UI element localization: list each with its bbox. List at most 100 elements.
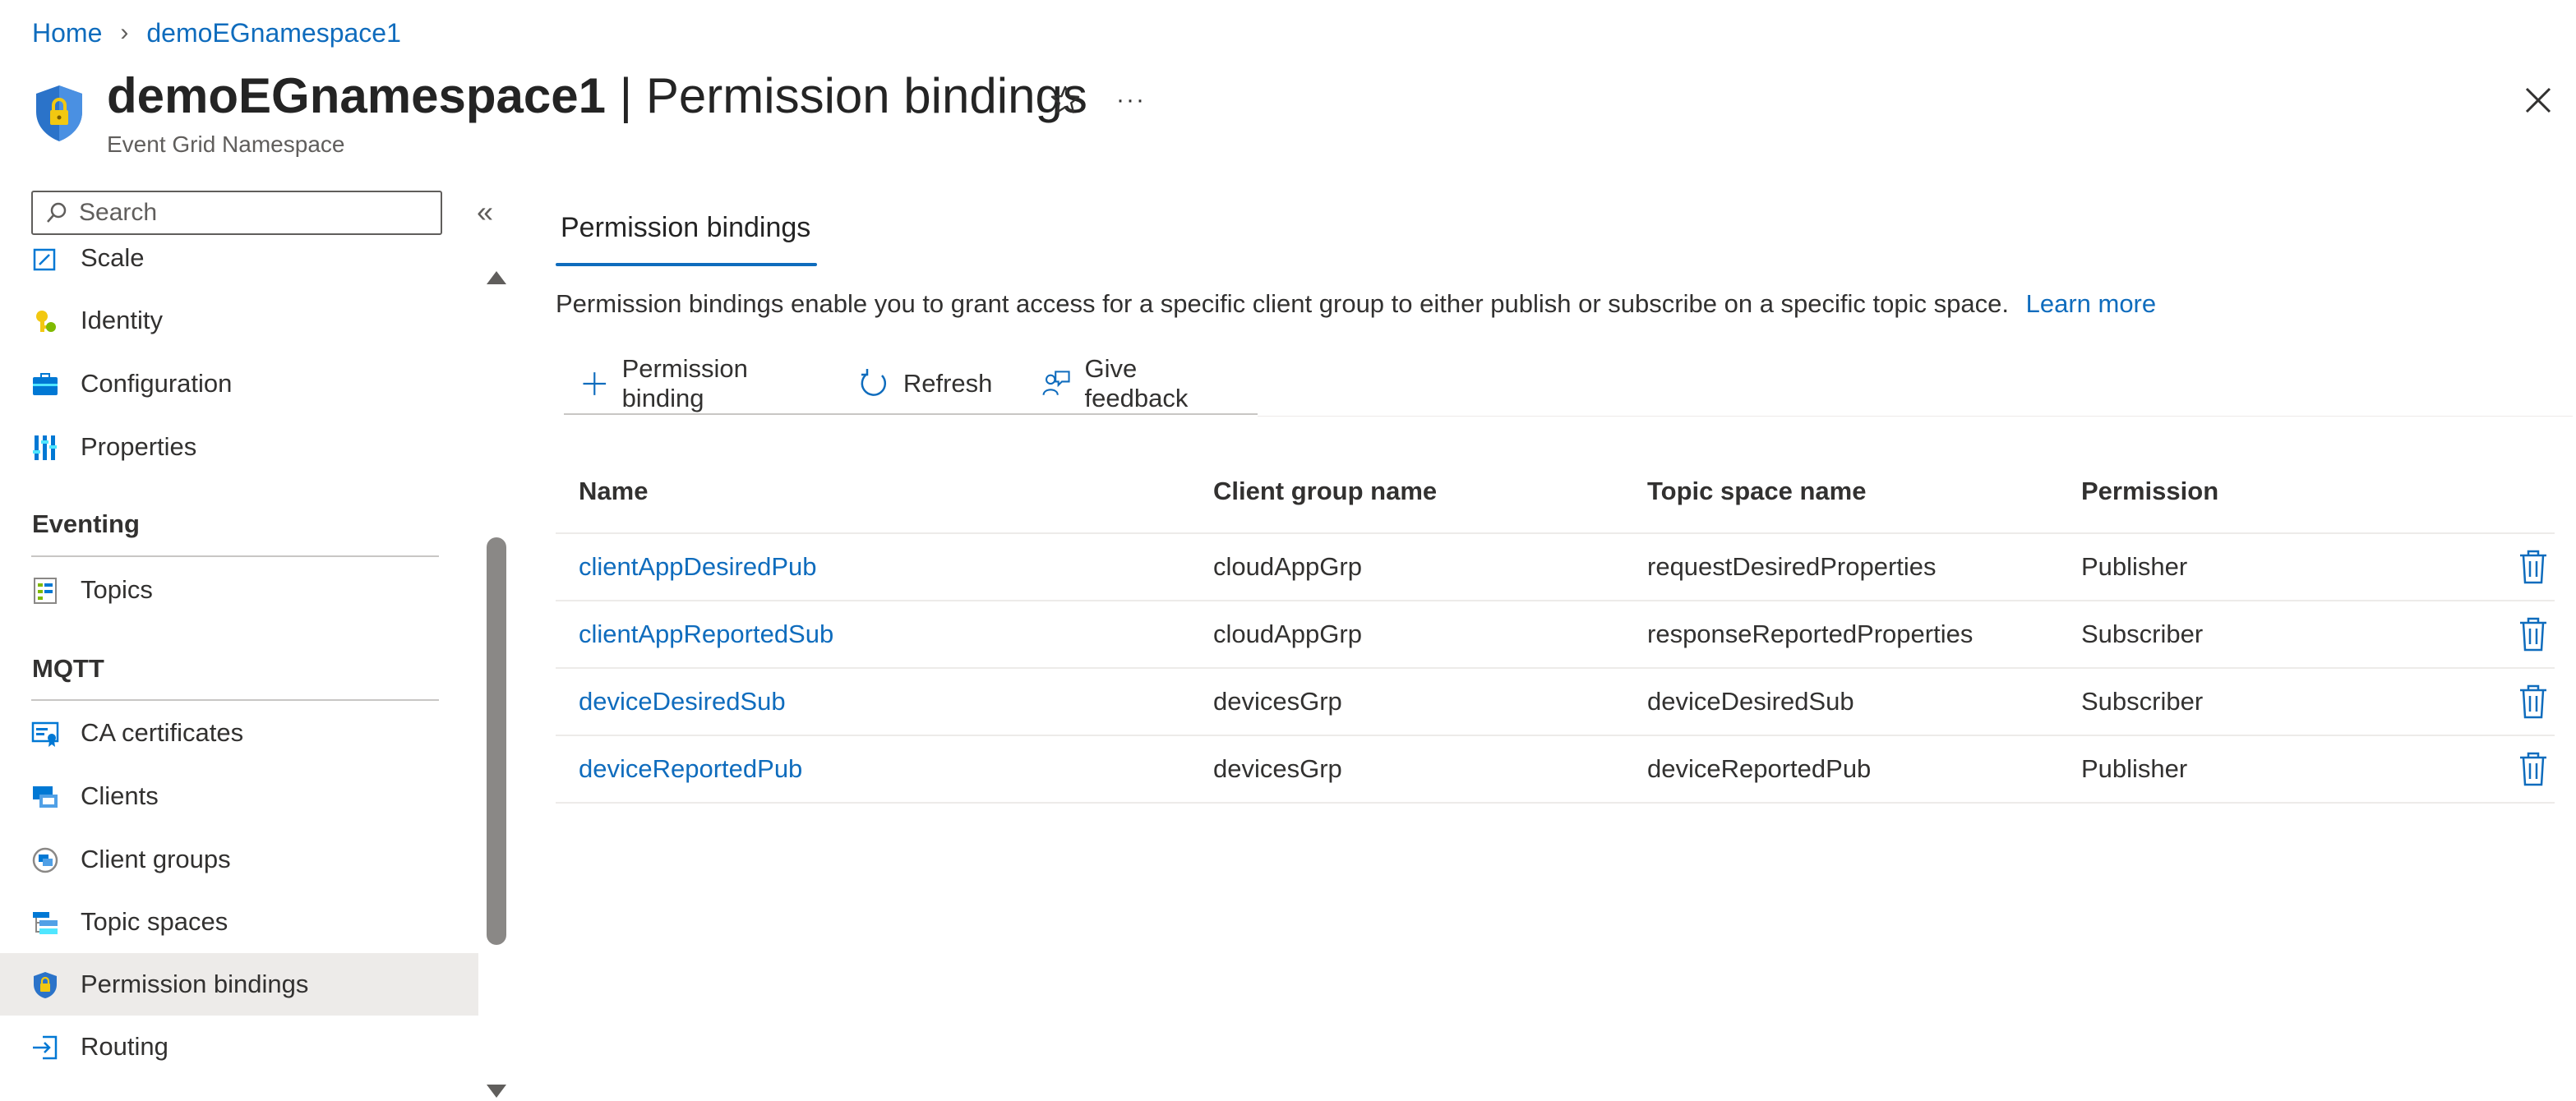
sidebar-item-label: Topics (81, 575, 153, 604)
binding-name-link[interactable]: clientAppReportedSub (579, 620, 833, 649)
content-divider (1258, 416, 2573, 417)
table-header: Name Client group name Topic space name … (556, 462, 2555, 534)
column-header-permission[interactable]: Permission (2081, 477, 2218, 506)
sidebar-item-configuration[interactable]: Configuration (0, 352, 478, 415)
command-bar: Permission binding Refresh Give feedback (564, 353, 1258, 414)
delete-icon[interactable] (2517, 616, 2550, 652)
page-title-separator: | (605, 68, 646, 123)
sidebar-item-topic-spaces[interactable]: Topic spaces (0, 891, 478, 953)
learn-more-link[interactable]: Learn more (2026, 289, 2157, 318)
sidebar-item-identity[interactable]: Identity (0, 289, 478, 352)
client-groups-icon (32, 847, 58, 873)
configuration-icon (33, 373, 58, 395)
table-row: clientAppReportedSub cloudAppGrp respons… (556, 601, 2555, 669)
tab-selected-indicator (556, 263, 817, 266)
search-icon (47, 202, 67, 223)
sidebar-group-divider (31, 699, 439, 701)
breadcrumb: Home › demoEGnamespace1 (32, 15, 401, 51)
identity-icon (36, 311, 56, 332)
permission-cell: Subscriber (2081, 687, 2204, 716)
tab-permission-bindings[interactable]: Permission bindings (556, 212, 817, 266)
sidebar-item-ca-certificates[interactable]: CA certificates (0, 702, 478, 764)
permission-cell: Publisher (2081, 552, 2188, 581)
topic-spaces-icon (33, 912, 58, 934)
close-icon[interactable] (2520, 82, 2556, 118)
sidebar-item-label: CA certificates (81, 718, 244, 747)
column-header-name[interactable]: Name (579, 477, 648, 506)
add-permission-binding-button[interactable]: Permission binding (564, 354, 808, 412)
sidebar-item-label: Scale (81, 243, 145, 272)
sidebar-item-scale[interactable]: Scale (0, 243, 478, 289)
client-group-cell: cloudAppGrp (1213, 552, 1362, 581)
chevron-right-icon: › (120, 19, 129, 46)
sidebar-item-label: Routing (81, 1032, 169, 1061)
sidebar-item-topics[interactable]: Topics (0, 559, 478, 621)
page-subtitle: Event Grid Namespace (107, 131, 345, 157)
sidebar-item-properties[interactable]: Properties (0, 416, 478, 478)
topic-space-cell: deviceDesiredSub (1647, 687, 1854, 716)
description-text: Permission bindings enable you to grant … (556, 289, 2009, 318)
topic-space-cell: deviceReportedPub (1647, 754, 1872, 783)
page-description: Permission bindings enable you to grant … (556, 289, 2156, 319)
delete-icon[interactable] (2517, 684, 2550, 720)
plus-icon (583, 372, 607, 395)
sidebar-item-label: Identity (81, 306, 163, 334)
sidebar-item-clients[interactable]: Clients (0, 765, 478, 827)
permission-bindings-table: Name Client group name Topic space name … (556, 462, 2555, 804)
column-header-client-group[interactable]: Client group name (1213, 477, 1437, 506)
binding-name-link[interactable]: deviceReportedPub (579, 754, 802, 784)
table-row: deviceReportedPub devicesGrp deviceRepor… (556, 736, 2555, 804)
collapse-menu-button[interactable]: « (470, 195, 500, 228)
shield-lock-icon (34, 972, 57, 998)
search-box (31, 191, 442, 235)
topic-space-cell: requestDesiredProperties (1647, 552, 1937, 581)
scroll-up-arrow[interactable] (487, 271, 506, 284)
client-group-cell: cloudAppGrp (1213, 620, 1362, 648)
tab-label: Permission bindings (561, 212, 811, 243)
clients-icon (33, 786, 58, 808)
sidebar-item-routing[interactable]: Routing (0, 1016, 478, 1078)
page-title-blade: Permission bindings (645, 68, 1087, 123)
sidebar-item-label: Clients (81, 781, 159, 810)
shield-lock-icon (36, 85, 82, 141)
table-row: deviceDesiredSub devicesGrp deviceDesire… (556, 669, 2555, 736)
scale-icon (33, 248, 56, 271)
star-icon[interactable] (1046, 81, 1085, 120)
routing-icon (33, 1035, 58, 1060)
ca-certificate-icon (31, 721, 59, 747)
sidebar-item-label: Properties (81, 432, 197, 461)
table-row: clientAppDesiredPub cloudAppGrp requestD… (556, 534, 2555, 601)
permission-cell: Publisher (2081, 754, 2188, 783)
breadcrumb-home-link[interactable]: Home (32, 18, 102, 48)
sidebar-item-label: Client groups (81, 845, 231, 873)
column-header-topic-space[interactable]: Topic space name (1647, 477, 1866, 506)
sidebar-group-mqtt: MQTT (32, 654, 104, 683)
scroll-down-arrow[interactable] (487, 1085, 506, 1098)
delete-icon[interactable] (2517, 549, 2550, 585)
more-options-button[interactable]: ··· (1111, 81, 1151, 120)
search-input[interactable] (77, 198, 426, 228)
sidebar-item-label: Permission bindings (81, 970, 309, 998)
topic-space-cell: responseReportedProperties (1647, 620, 1974, 648)
delete-icon[interactable] (2517, 751, 2550, 787)
page-title: demoEGnamespace1 | Permission bindings (107, 67, 1087, 124)
sidebar-item-label: Topic spaces (81, 907, 229, 936)
page-title-resource: demoEGnamespace1 (107, 68, 606, 123)
feedback-button-label: Give feedback (1084, 354, 1189, 412)
give-feedback-button[interactable]: Give feedback (1025, 354, 1225, 412)
sidebar-item-permission-bindings[interactable]: Permission bindings (0, 953, 478, 1016)
feedback-icon (1042, 371, 1070, 395)
sidebar-group-eventing: Eventing (32, 509, 140, 538)
properties-icon (33, 435, 57, 460)
sidebar-scrollbar-thumb[interactable] (487, 537, 506, 945)
binding-name-link[interactable]: deviceDesiredSub (579, 687, 786, 716)
add-button-label: Permission binding (621, 354, 748, 412)
client-group-cell: devicesGrp (1213, 687, 1342, 716)
binding-name-link[interactable]: clientAppDesiredPub (579, 552, 817, 582)
sidebar-menu: Scale Identity Configuration Properties … (0, 243, 478, 1101)
command-bar-divider (564, 413, 1258, 415)
refresh-button[interactable]: Refresh (841, 359, 992, 408)
breadcrumb-resource-link[interactable]: demoEGnamespace1 (146, 18, 401, 48)
sidebar-item-client-groups[interactable]: Client groups (0, 828, 478, 891)
refresh-icon (861, 369, 886, 396)
